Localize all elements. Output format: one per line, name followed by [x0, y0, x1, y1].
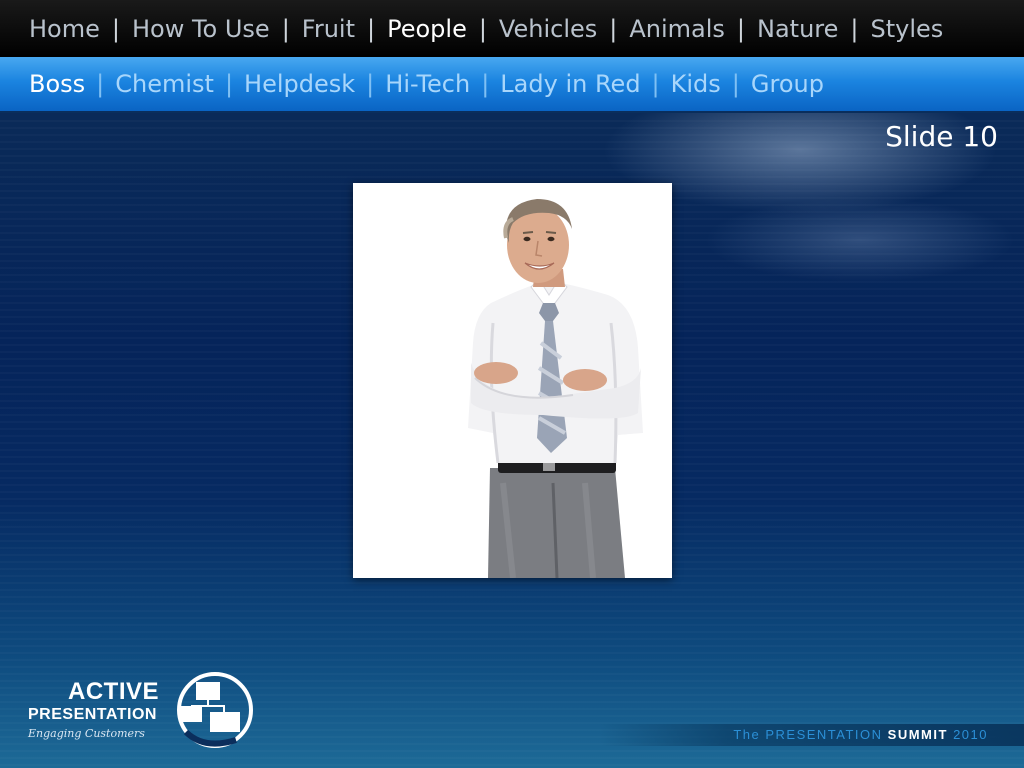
summit-the: The	[733, 727, 761, 742]
org-chart-globe-icon	[177, 672, 253, 748]
nav-separator: |	[111, 14, 120, 43]
top-nav-styles[interactable]: Styles	[871, 15, 944, 43]
summit-year: 2010	[953, 727, 988, 742]
nav-separator: |	[850, 14, 859, 43]
top-nav-how-to-use[interactable]: How To Use	[132, 15, 270, 43]
sub-nav-hi-tech[interactable]: Hi-Tech	[385, 70, 470, 98]
nav-separator: |	[281, 14, 290, 43]
sub-nav-lady-in-red[interactable]: Lady in Red	[500, 70, 640, 98]
nav-separator: |	[367, 14, 376, 43]
top-nav-fruit[interactable]: Fruit	[302, 15, 355, 43]
sub-nav-group[interactable]: Group	[751, 70, 824, 98]
summit-word: SUMMIT	[887, 727, 948, 742]
logo-tagline: Engaging Customers	[28, 727, 145, 740]
nav-separator: |	[736, 14, 746, 43]
presentation-summit-brand: The PRESENTATION SUMMIT 2010	[733, 727, 988, 742]
nav-separator: |	[609, 14, 618, 43]
subnav-separator: |	[731, 70, 740, 98]
subnav-separator: |	[651, 70, 660, 98]
slide-number: Slide 10	[885, 120, 998, 153]
nav-separator: |	[478, 14, 487, 43]
top-nav-people[interactable]: People	[387, 15, 467, 43]
active-presentation-logo: ACTIVE PRESENTATION Engaging Customers	[28, 670, 268, 750]
subnav-separator: |	[224, 70, 234, 98]
sub-nav-chemist[interactable]: Chemist	[115, 70, 214, 98]
logo-line-active: ACTIVE	[68, 678, 160, 705]
sub-nav-helpdesk[interactable]: Helpdesk	[244, 70, 355, 98]
summit-presentation: PRESENTATION	[765, 727, 883, 742]
businessman-illustration	[468, 199, 643, 578]
subnav-separator: |	[96, 70, 105, 98]
top-nav-home[interactable]: Home	[29, 15, 100, 43]
sub-nav-kids[interactable]: Kids	[671, 70, 721, 98]
sub-nav: Boss | Chemist | Helpdesk | Hi-Tech | La…	[0, 57, 1024, 113]
top-nav-vehicles[interactable]: Vehicles	[499, 15, 597, 43]
logo-line-presentation: PRESENTATION	[28, 706, 157, 723]
subnav-separator: |	[366, 70, 375, 98]
businessman-photo	[353, 183, 672, 578]
top-nav: Home | How To Use | Fruit | People | Veh…	[0, 0, 1024, 57]
subnav-separator: |	[481, 70, 490, 98]
top-nav-animals[interactable]: Animals	[629, 15, 725, 43]
top-nav-nature[interactable]: Nature	[757, 15, 838, 43]
sub-nav-boss[interactable]: Boss	[29, 70, 85, 98]
